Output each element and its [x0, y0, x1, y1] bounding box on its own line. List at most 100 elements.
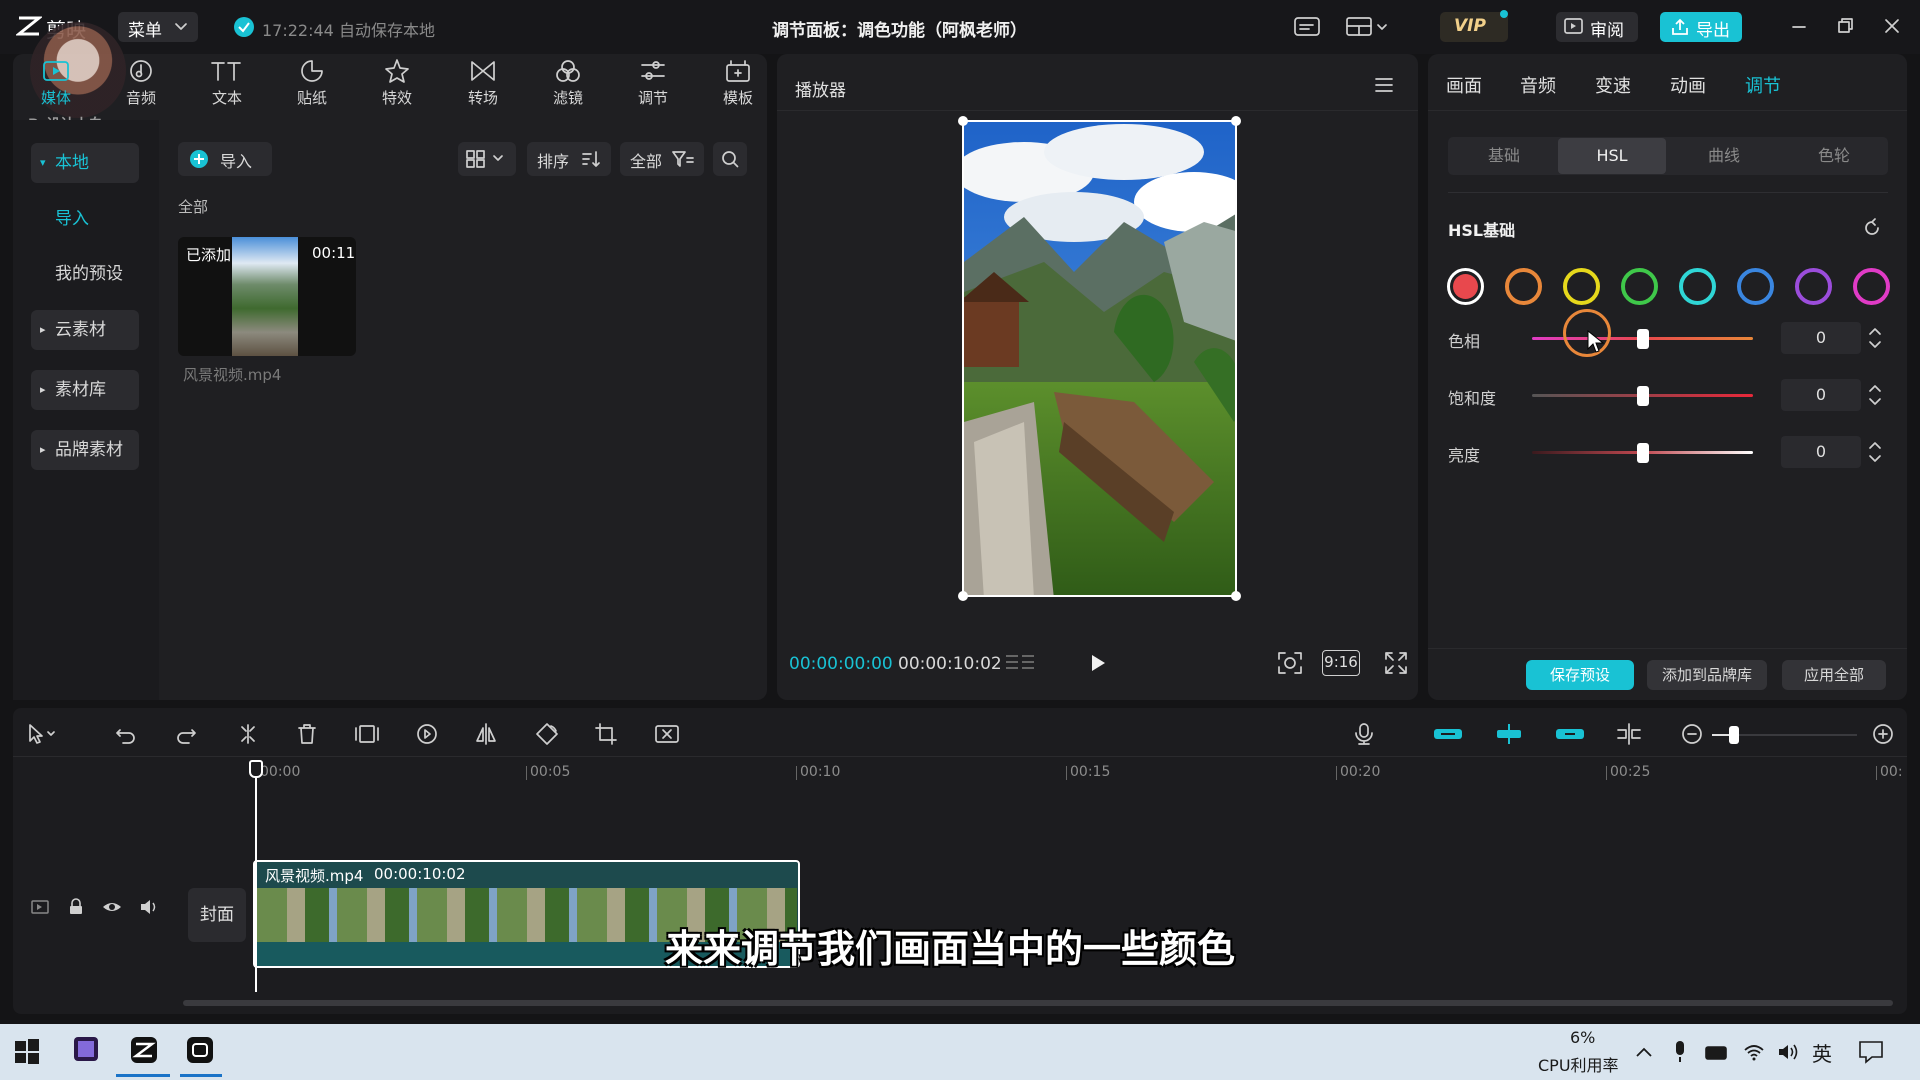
tool-adjust[interactable]: 调节	[618, 58, 688, 112]
tool-media[interactable]: 媒体	[21, 58, 91, 112]
reset-icon[interactable]	[1862, 218, 1882, 238]
fit-view-icon[interactable]	[1277, 651, 1303, 675]
swatch-cyan[interactable]	[1679, 268, 1716, 305]
playhead-handle[interactable]	[249, 760, 263, 778]
view-mode-button[interactable]	[458, 142, 516, 176]
subtab-curves[interactable]: 曲线	[1670, 138, 1778, 174]
swatch-green[interactable]	[1621, 268, 1658, 305]
layout-icon[interactable]	[1345, 15, 1389, 39]
media-thumbnail[interactable]: 已添加 00:11	[178, 237, 356, 356]
swatch-blue[interactable]	[1737, 268, 1774, 305]
save-preset-button[interactable]: 保存预设	[1526, 660, 1634, 690]
export-button[interactable]: 导出	[1660, 12, 1742, 42]
tool-template[interactable]: 模板	[703, 58, 773, 112]
player-menu-icon[interactable]	[1374, 76, 1394, 94]
smart-crop-icon[interactable]	[654, 722, 680, 746]
fullscreen-icon[interactable]	[1384, 651, 1408, 675]
sidebar-item-local[interactable]: ▾ 本地	[31, 143, 139, 183]
swatch-magenta[interactable]	[1853, 268, 1890, 305]
windows-start-icon[interactable]	[14, 1038, 40, 1064]
zoom-in-icon[interactable]	[1871, 722, 1895, 746]
restore-icon[interactable]	[1833, 14, 1857, 38]
sort-button[interactable]: 排序	[527, 142, 611, 176]
auto-snap-icon[interactable]	[1494, 722, 1524, 746]
playhead[interactable]	[255, 764, 257, 992]
timeline-scrollbar[interactable]	[183, 1000, 1893, 1006]
play-icon[interactable]	[1088, 652, 1108, 674]
cover-button[interactable]: 封面	[188, 888, 246, 942]
search-button[interactable]	[713, 142, 747, 176]
close-icon[interactable]	[1880, 14, 1904, 38]
lightness-slider-thumb[interactable]	[1636, 443, 1649, 463]
video-preview[interactable]	[962, 120, 1237, 597]
cover-track-icon[interactable]	[30, 898, 50, 916]
tool-sticker[interactable]: 贴纸	[277, 58, 347, 112]
hue-slider-thumb[interactable]	[1636, 329, 1649, 349]
add-to-brand-button[interactable]: 添加到品牌库	[1647, 660, 1767, 690]
hue-stepper-icon[interactable]	[1866, 322, 1884, 354]
crop-handle[interactable]	[1231, 116, 1241, 126]
zoom-out-icon[interactable]	[1680, 722, 1704, 746]
tab-picture[interactable]: 画面	[1446, 72, 1482, 98]
notification-center-icon[interactable]	[1858, 1040, 1884, 1064]
menu-button[interactable]: 菜单	[118, 12, 198, 42]
swatch-yellow[interactable]	[1563, 268, 1600, 305]
rotate-icon[interactable]	[535, 722, 559, 746]
visibility-eye-icon[interactable]	[102, 898, 122, 916]
main-track-magnet-icon[interactable]	[1433, 724, 1463, 744]
sidebar-item-library[interactable]: ▸ 素材库	[31, 370, 139, 410]
split-icon[interactable]	[236, 722, 260, 746]
vip-badge[interactable]: VIP	[1440, 10, 1508, 42]
saturation-slider-thumb[interactable]	[1636, 386, 1649, 406]
import-button[interactable]: 导入	[178, 142, 272, 176]
volume-icon[interactable]	[139, 898, 159, 916]
crop-handle[interactable]	[1231, 591, 1241, 601]
tool-text[interactable]: 文本	[192, 58, 262, 112]
tab-animation[interactable]: 动画	[1670, 72, 1706, 98]
hue-value[interactable]: 0	[1781, 322, 1861, 354]
capcut-app-icon[interactable]	[130, 1036, 158, 1064]
aspect-ratio-button[interactable]: 9:16	[1322, 650, 1360, 676]
tray-chevron-up-icon[interactable]	[1634, 1044, 1654, 1060]
subtab-hsl[interactable]: HSL	[1558, 138, 1666, 174]
linkage-icon[interactable]	[1555, 724, 1585, 744]
tray-wifi-icon[interactable]	[1743, 1042, 1765, 1062]
swatch-purple[interactable]	[1795, 268, 1832, 305]
tray-battery-icon[interactable]	[1705, 1044, 1729, 1062]
lightness-value[interactable]: 0	[1781, 436, 1861, 468]
minimize-icon[interactable]	[1787, 14, 1811, 38]
tab-adjust[interactable]: 调节	[1745, 72, 1781, 98]
sidebar-item-brand[interactable]: ▸ 品牌素材	[31, 430, 139, 470]
reverse-icon[interactable]	[415, 722, 439, 746]
swatch-red[interactable]	[1447, 268, 1484, 305]
filter-button[interactable]: 全部	[620, 142, 704, 176]
crop-icon[interactable]	[594, 722, 618, 746]
ime-indicator[interactable]: 英	[1812, 1038, 1832, 1067]
undo-icon[interactable]	[114, 722, 138, 746]
delete-icon[interactable]	[295, 722, 319, 746]
select-tool-icon[interactable]	[26, 722, 56, 746]
crop-handle[interactable]	[958, 116, 968, 126]
microphone-icon[interactable]	[1352, 722, 1376, 746]
apply-all-button[interactable]: 应用全部	[1782, 660, 1886, 690]
saturation-value[interactable]: 0	[1781, 379, 1861, 411]
zoom-slider-thumb[interactable]	[1729, 726, 1739, 744]
sidebar-item-import[interactable]: 导入	[31, 199, 139, 239]
sidebar-item-cloud[interactable]: ▸ 云素材	[31, 310, 139, 350]
preview-axis-icon[interactable]	[1615, 722, 1643, 746]
lock-icon[interactable]	[67, 898, 85, 916]
tray-microphone-icon[interactable]	[1672, 1040, 1688, 1064]
tab-audio[interactable]: 音频	[1520, 72, 1556, 98]
swatch-orange[interactable]	[1505, 268, 1542, 305]
tool-effects[interactable]: 特效	[362, 58, 432, 112]
crop-handle[interactable]	[958, 591, 968, 601]
sidebar-item-presets[interactable]: 我的预设	[31, 254, 139, 294]
subtab-basic[interactable]: 基础	[1450, 138, 1558, 174]
premiere-app-icon[interactable]	[73, 1036, 99, 1062]
recorder-app-icon[interactable]	[186, 1036, 214, 1064]
tool-transition[interactable]: 转场	[448, 58, 518, 112]
redo-icon[interactable]	[174, 722, 198, 746]
tool-audio[interactable]: 音频	[106, 58, 176, 112]
tray-volume-icon[interactable]	[1777, 1042, 1801, 1062]
tab-speed[interactable]: 变速	[1595, 72, 1631, 98]
